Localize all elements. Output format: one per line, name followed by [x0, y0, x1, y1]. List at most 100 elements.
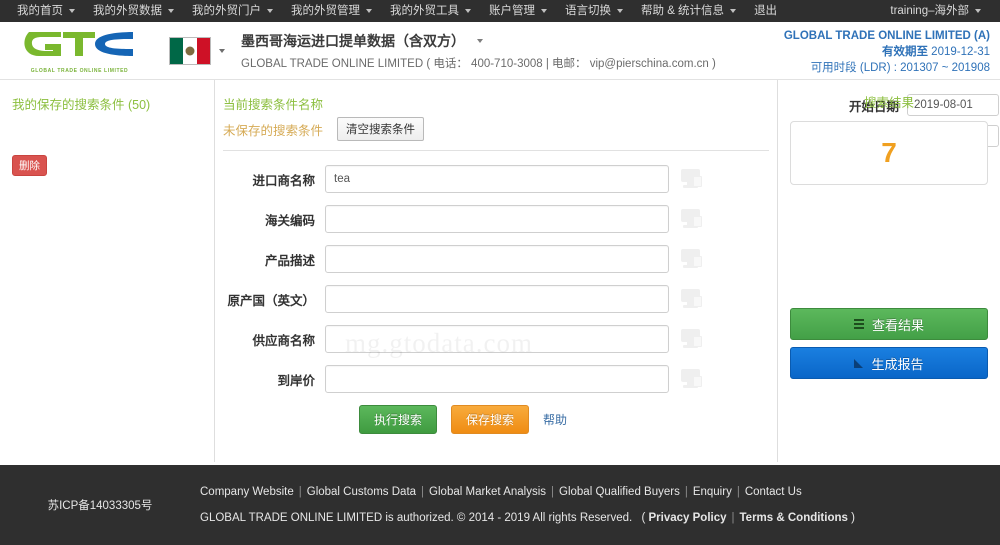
field-label-importer: 进口商名称: [252, 173, 315, 188]
field-row-cif-price: 到岸价: [215, 365, 777, 393]
current-condition-label: 当前搜索条件名称: [223, 97, 324, 112]
main-body: 我的保存的搜索条件 (50) 删除 当前搜索条件名称 未保存的搜索条件 清空搜索…: [0, 80, 1000, 462]
field-label-supplier: 供应商名称: [252, 333, 315, 348]
dataset-title-row: 墨西哥海运进口提单数据（含双方）: [241, 31, 716, 51]
nav-label: 账户管理: [489, 5, 535, 17]
nav-label: 我的外贸工具: [390, 5, 459, 17]
cif-price-input[interactable]: [325, 365, 669, 393]
dataset-title-block: 墨西哥海运进口提单数据（含双方） GLOBAL TRADE ONLINE LIM…: [241, 31, 716, 71]
nav-label: 退出: [754, 5, 778, 17]
mexico-flag-icon: [169, 36, 211, 65]
nav-item-account-management[interactable]: 账户管理: [480, 0, 556, 22]
results-title: 搜索结果: [863, 96, 914, 110]
logo-subtitle: GLOBAL TRADE ONLINE LIMITED: [30, 67, 129, 74]
company-contact-line: GLOBAL TRADE ONLINE LIMITED ( 电话： 400-71…: [241, 57, 716, 70]
screen-help-icon[interactable]: [681, 369, 703, 389]
chart-icon: [854, 358, 864, 368]
field-row-origin-country: 原产国（英文）: [215, 285, 777, 313]
gto-logo-mark: [23, 31, 133, 56]
site-header: GLOBAL TRADE ONLINE LIMITED 墨西哥海运进口提单数据（…: [0, 22, 1000, 80]
top-navigation-bar: 我的首页 我的外贸数据 我的外贸门户 我的外贸管理 我的外贸工具 账户管理 语言…: [0, 0, 1000, 22]
save-search-button[interactable]: 保存搜索: [451, 405, 530, 434]
nav-user-menu[interactable]: training–海外部: [881, 0, 990, 22]
unsaved-condition-label: 未保存的搜索条件: [223, 123, 324, 138]
screen-help-icon[interactable]: [681, 249, 703, 269]
footer-link-global-market-analysis[interactable]: Global Market Analysis: [429, 486, 546, 498]
view-results-label: 查看结果: [871, 317, 924, 333]
nav-label: 语言切换: [565, 5, 611, 17]
nav-user-label: training–海外部: [890, 5, 969, 17]
gto-logo[interactable]: GLOBAL TRADE ONLINE LIMITED: [12, 28, 147, 74]
nav-item-trade-management[interactable]: 我的外贸管理: [282, 0, 381, 22]
nav-label: 我的首页: [17, 5, 63, 17]
chevron-down-icon: [730, 9, 737, 13]
account-validity: 有效期至 2019-12-31: [784, 44, 990, 60]
unsaved-condition-row: 未保存的搜索条件 清空搜索条件: [215, 114, 777, 144]
generate-report-button[interactable]: 生成报告: [790, 347, 988, 379]
nav-item-trade-portal[interactable]: 我的外贸门户: [183, 0, 282, 22]
country-selector[interactable]: [169, 36, 225, 65]
search-form-panel: 当前搜索条件名称 未保存的搜索条件 清空搜索条件 进口商名称 海关编码: [215, 80, 999, 462]
site-footer: 苏ICP备14033305号 Company Website | Global Cu…: [0, 465, 1000, 545]
chevron-down-icon: [69, 9, 75, 13]
validity-label: 有效期至: [881, 46, 928, 58]
delete-button[interactable]: 删除: [12, 155, 47, 176]
icp-number: 苏ICP备14033305号: [47, 500, 153, 512]
list-icon: [853, 319, 864, 329]
nav-item-logout[interactable]: 退出: [745, 0, 786, 22]
nav-item-trade-data[interactable]: 我的外贸数据: [84, 0, 183, 22]
nav-item-help-stats[interactable]: 帮助 & 统计信息: [632, 0, 745, 22]
product-description-input[interactable]: [325, 245, 669, 273]
footer-links: Company Website | Global Customs Data | Glob…: [200, 486, 802, 498]
importer-name-input[interactable]: [325, 165, 669, 193]
field-row-supplier: 供应商名称: [215, 325, 777, 353]
chevron-down-icon: [219, 48, 225, 53]
footer-link-privacy-policy[interactable]: Privacy Policy: [649, 512, 727, 524]
chevron-down-icon[interactable]: [477, 38, 483, 43]
saved-conditions-title: 我的保存的搜索条件 (50): [12, 98, 151, 112]
footer-link-enquiry[interactable]: Enquiry: [693, 486, 732, 498]
panel-divider: [223, 150, 769, 151]
nav-item-language-switch[interactable]: 语言切换: [556, 0, 632, 22]
footer-link-global-qualified-buyers[interactable]: Global Qualified Buyers: [559, 486, 680, 498]
validity-value: 2019-12-31: [931, 46, 990, 58]
results-panel: 搜索结果 7 查看结果 生成报告: [778, 80, 1000, 462]
screen-help-icon[interactable]: [681, 209, 703, 229]
field-label-origin-country: 原产国（英文）: [227, 293, 315, 308]
screen-help-icon[interactable]: [681, 329, 703, 349]
nav-item-home[interactable]: 我的首页: [8, 0, 84, 22]
view-results-button[interactable]: 查看结果: [790, 308, 988, 340]
execute-search-button[interactable]: 执行搜索: [359, 405, 438, 434]
footer-link-contact-us[interactable]: Contact Us: [745, 486, 802, 498]
screen-help-icon[interactable]: [681, 289, 703, 309]
account-ldr: 可用时段 (LDR) : 201307 ~ 201908: [810, 62, 990, 74]
footer-link-global-customs-data[interactable]: Global Customs Data: [307, 486, 416, 498]
chevron-down-icon: [168, 9, 174, 13]
chevron-down-icon: [617, 9, 623, 13]
results-count: 7: [881, 137, 897, 168]
origin-country-input[interactable]: [325, 285, 669, 313]
saved-conditions-sidebar: 我的保存的搜索条件 (50) 删除: [0, 80, 215, 462]
footer-paren-close: ): [851, 512, 855, 524]
nav-user[interactable]: training–海外部: [881, 0, 990, 22]
supplier-name-input[interactable]: [325, 325, 669, 353]
page-root: 我的首页 我的外贸数据 我的外贸门户 我的外贸管理 我的外贸工具 账户管理 语言…: [0, 0, 1000, 545]
footer-copyright: GLOBAL TRADE ONLINE LIMITED is authorize…: [200, 512, 633, 524]
form-actions: 执行搜索 保存搜索 帮助: [223, 405, 777, 434]
chevron-down-icon: [541, 9, 547, 13]
search-fields: 进口商名称 海关编码 产品描述 原产国（英文）: [215, 165, 777, 434]
screen-help-icon[interactable]: [681, 169, 703, 189]
field-row-product-desc: 产品描述: [215, 245, 777, 273]
nav-item-trade-tools[interactable]: 我的外贸工具: [381, 0, 480, 22]
nav-label: 我的外贸门户: [192, 5, 261, 17]
nav-label: 我的外贸管理: [291, 5, 360, 17]
generate-report-label: 生成报告: [871, 356, 924, 372]
footer-link-company-website[interactable]: Company Website: [200, 486, 294, 498]
field-label-cif-price: 到岸价: [277, 373, 315, 388]
clear-conditions-button[interactable]: 清空搜索条件: [337, 117, 425, 141]
help-link[interactable]: 帮助: [543, 411, 567, 428]
field-row-importer: 进口商名称: [215, 165, 777, 193]
field-label-hscode: 海关编码: [264, 213, 315, 228]
hs-code-input[interactable]: [325, 205, 669, 233]
footer-link-terms[interactable]: Terms & Conditions: [740, 512, 848, 524]
